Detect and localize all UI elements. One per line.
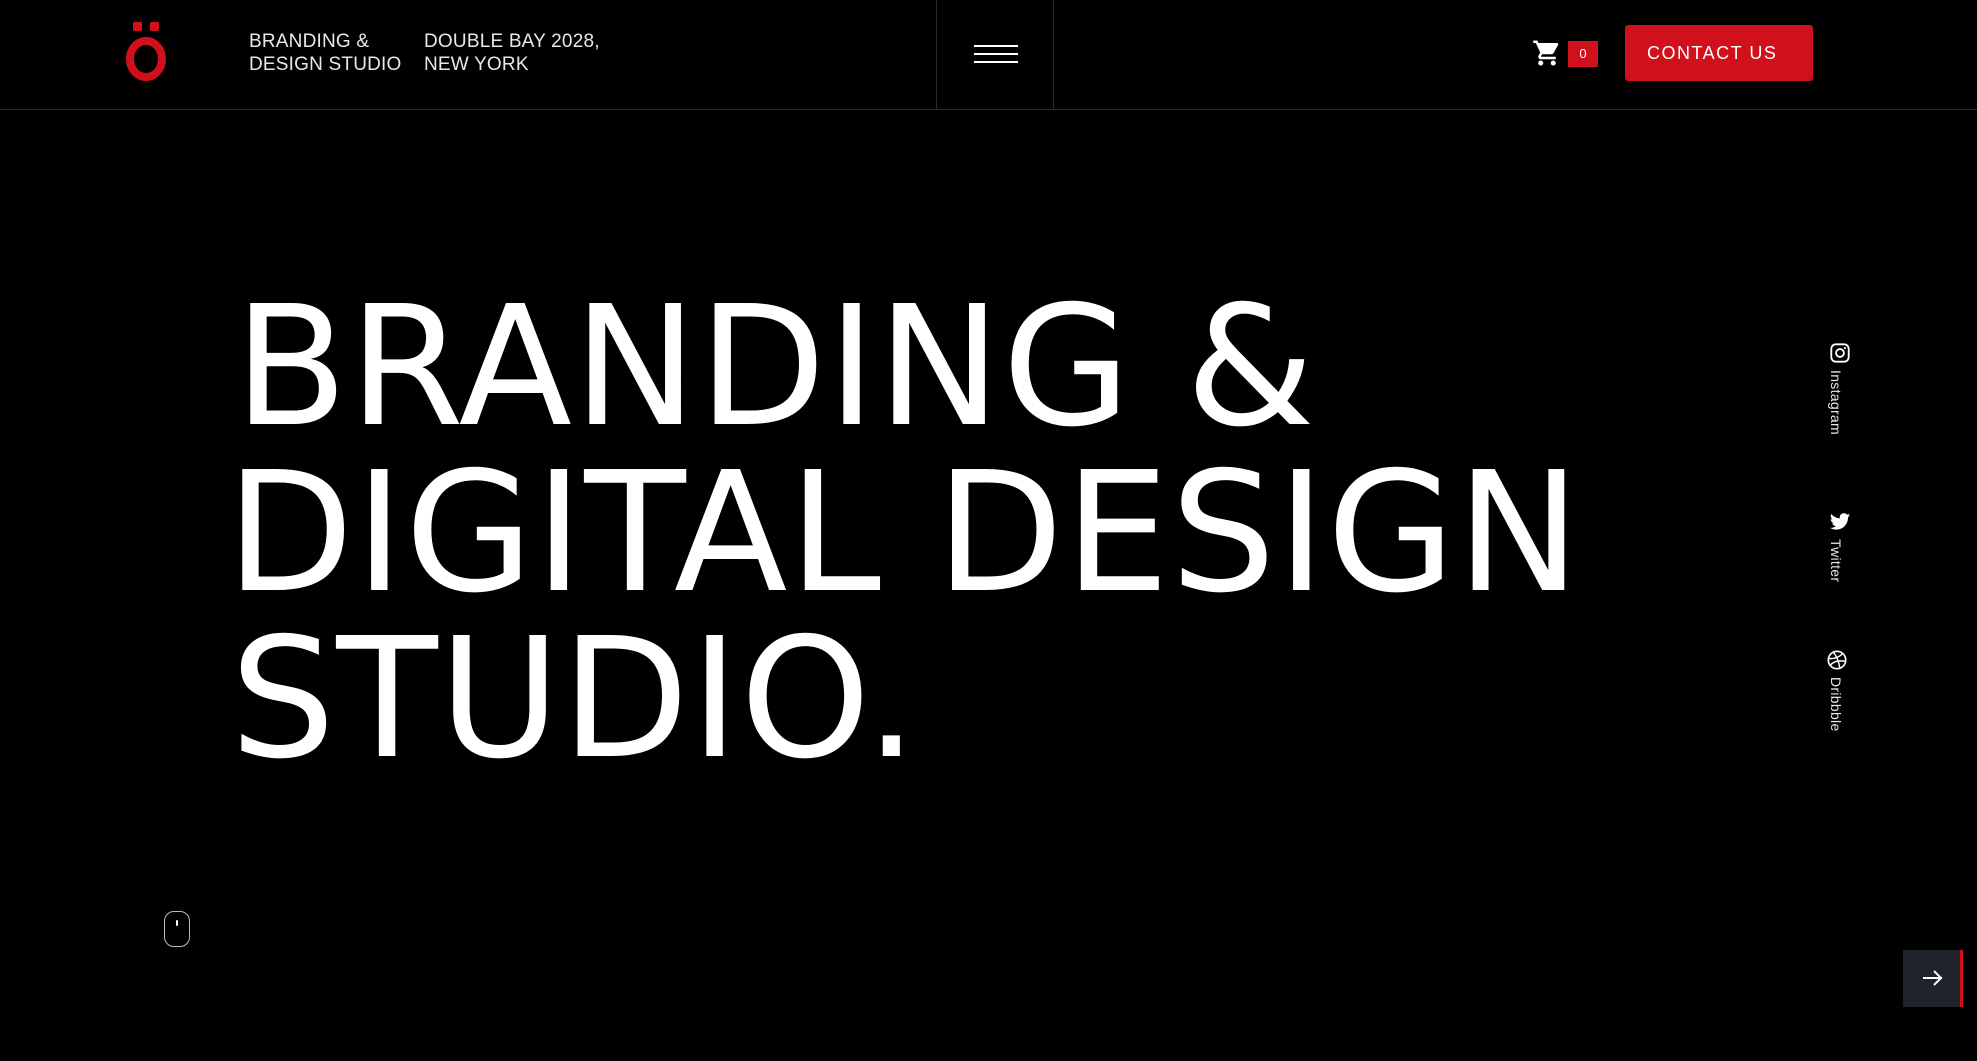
twitter-icon [1829,513,1851,530]
social-label-twitter: Twitter [1828,539,1844,583]
next-slide-button[interactable] [1903,950,1963,1007]
contact-us-button[interactable]: CONTACT US [1625,25,1813,81]
logo[interactable] [124,18,168,82]
address-line-1: DOUBLE BAY 2028, [424,31,600,52]
hero-heading: BRANDING & DIGITAL DESIGN STUDIO. [226,285,1582,783]
shopping-cart-icon[interactable] [1532,38,1562,68]
cart-count-badge: 0 [1568,41,1598,67]
studio-tagline: BRANDING & DESIGN STUDIO [249,30,402,76]
hero-line-3: STUDIO. [230,603,919,796]
menu-toggle-button[interactable] [936,0,1054,109]
studio-address: DOUBLE BAY 2028, NEW YORK [424,30,600,76]
instagram-icon [1830,343,1850,363]
social-link-instagram[interactable]: Instagram [1822,342,1858,442]
social-link-dribbble[interactable]: Dribbble [1822,649,1858,741]
social-link-twitter[interactable]: Twitter [1822,511,1858,601]
page: BRANDING & DESIGN STUDIO DOUBLE BAY 2028… [0,0,1977,1061]
tagline-line-2: DESIGN STUDIO [249,54,402,75]
site-header: BRANDING & DESIGN STUDIO DOUBLE BAY 2028… [0,0,1977,110]
social-label-dribbble: Dribbble [1828,677,1844,732]
hero-line-1: BRANDING & [234,271,1317,464]
social-label-instagram: Instagram [1828,370,1844,435]
dribbble-icon [1827,650,1847,670]
address-line-2: NEW YORK [424,54,529,75]
arrow-right-icon [1923,970,1943,986]
tagline-line-1: BRANDING & [249,31,370,52]
hero-line-2: DIGITAL DESIGN [226,437,1582,630]
mouse-scroll-icon[interactable] [164,911,190,947]
